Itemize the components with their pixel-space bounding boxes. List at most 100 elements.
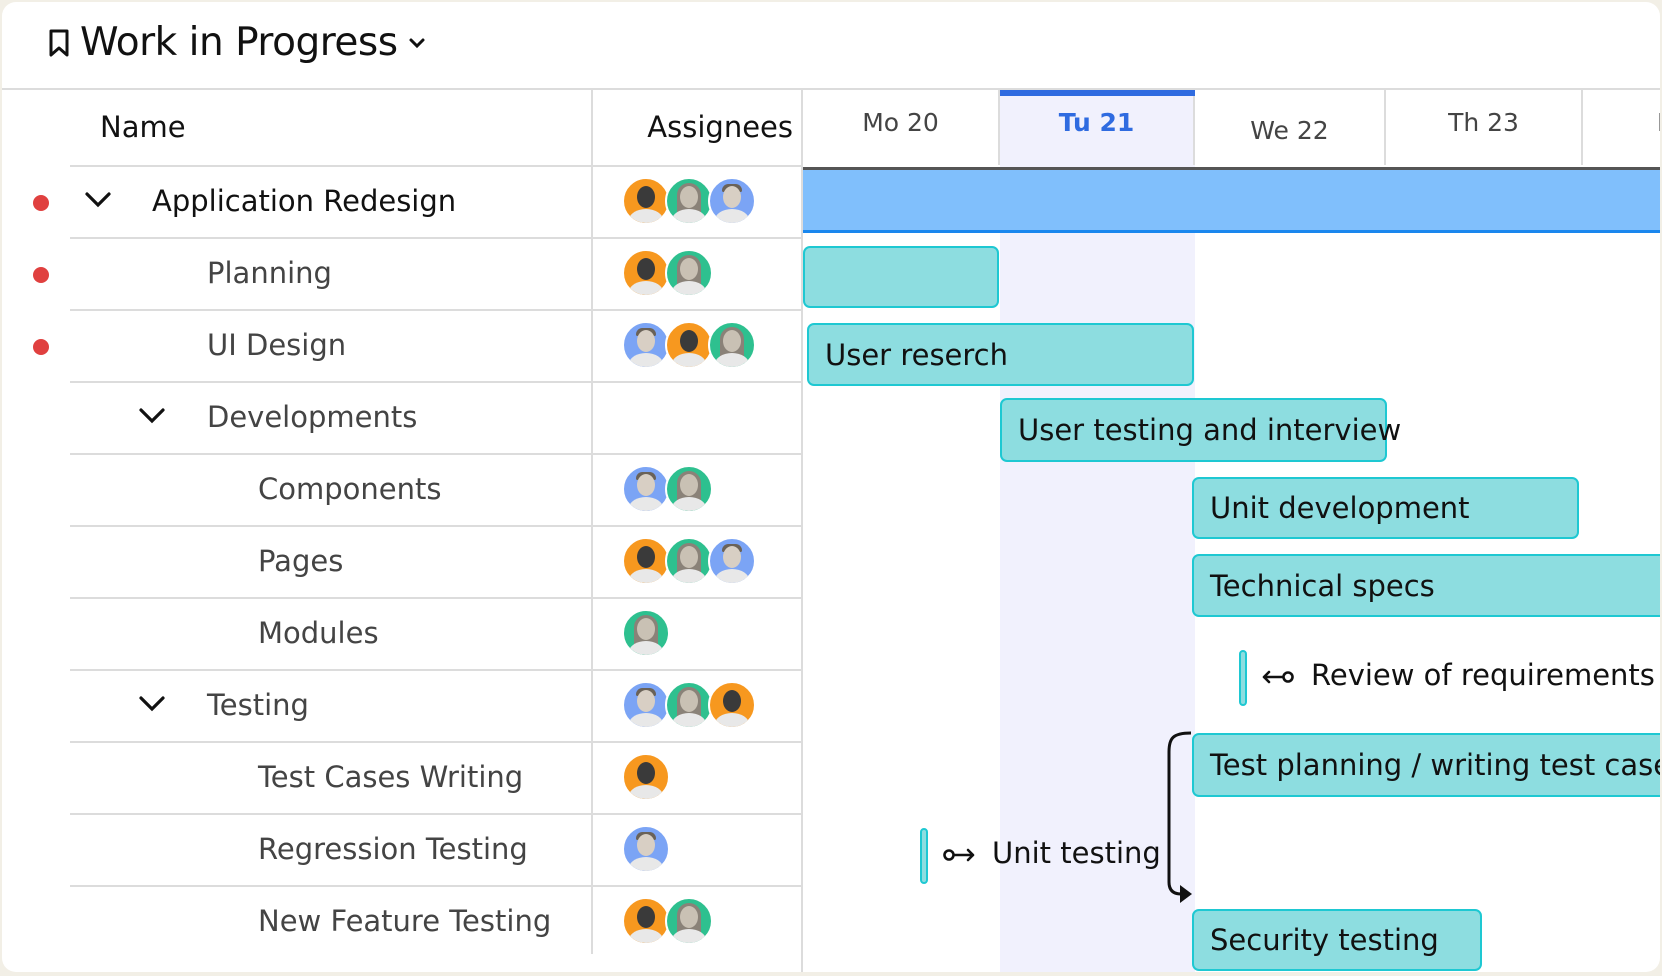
- task-bar[interactable]: Technical specs: [1192, 554, 1660, 617]
- assignee-avatars: [622, 177, 756, 225]
- milestone-text: Unit testing: [992, 836, 1161, 870]
- task-bar-label: User reserch: [825, 337, 1009, 372]
- day-label: We 22: [1250, 116, 1329, 145]
- assignee-avatars: [622, 465, 713, 513]
- assignee-avatars: [622, 249, 713, 297]
- avatar[interactable]: [622, 537, 670, 585]
- chevron-down-icon[interactable]: [408, 37, 426, 49]
- assignee-avatars: [622, 537, 756, 585]
- task-grid: Name Assignees Application Redesign Plann…: [2, 90, 803, 972]
- avatar[interactable]: [622, 249, 670, 297]
- status-flag-icon: [33, 339, 49, 355]
- status-flag-icon: [33, 267, 49, 283]
- milestone-marker[interactable]: [1239, 650, 1247, 706]
- expand-chevron-icon[interactable]: [138, 693, 166, 719]
- task-name[interactable]: Modules: [258, 599, 379, 667]
- timeline-chart: Mo 20 Tu 21 We 22 Th 23 F User reserch User t…: [803, 90, 1660, 972]
- avatar[interactable]: [622, 465, 670, 513]
- avatar[interactable]: [665, 897, 713, 945]
- gantt-window: Work in Progress Name Assignees Applicat…: [2, 2, 1660, 972]
- day-column-header[interactable]: F: [1583, 90, 1660, 165]
- assignee-avatars: [622, 321, 756, 369]
- assignee-avatars: [622, 609, 670, 657]
- avatar[interactable]: [622, 897, 670, 945]
- day-label: Mo 20: [862, 108, 939, 137]
- assignee-avatars: [622, 897, 713, 945]
- link-left-icon: [1261, 658, 1295, 692]
- day-label: Tu 21: [1058, 108, 1135, 137]
- task-bar[interactable]: Security testing: [1192, 909, 1482, 971]
- day-column-header[interactable]: We 22: [1195, 90, 1386, 165]
- link-right-icon: [942, 836, 976, 870]
- task-bar[interactable]: Unit development: [1192, 477, 1579, 539]
- avatar[interactable]: [622, 681, 670, 729]
- milestone-label[interactable]: Review of requirements: [1261, 658, 1655, 692]
- avatar[interactable]: [622, 825, 670, 873]
- task-bar-label: Test planning / writing test cases: [1210, 748, 1660, 782]
- day-column-header[interactable]: Th 23: [1386, 90, 1583, 165]
- task-bar[interactable]: Test planning / writing test cases: [1192, 733, 1660, 797]
- table-row[interactable]: Testing: [70, 669, 802, 741]
- day-label: Th 23: [1448, 108, 1519, 137]
- task-name[interactable]: Application Redesign: [152, 167, 456, 235]
- today-indicator: [1000, 90, 1195, 96]
- avatar[interactable]: [665, 465, 713, 513]
- table-row[interactable]: Components: [70, 453, 802, 525]
- bookmark-icon: [48, 29, 70, 57]
- task-name[interactable]: Testing: [207, 671, 309, 739]
- table-row[interactable]: Planning: [33, 237, 802, 309]
- avatar[interactable]: [708, 537, 756, 585]
- milestone-label[interactable]: Unit testing: [942, 836, 1161, 870]
- expand-chevron-icon[interactable]: [84, 189, 112, 215]
- day-label: F: [1583, 108, 1660, 137]
- avatar[interactable]: [665, 537, 713, 585]
- avatar[interactable]: [665, 321, 713, 369]
- column-header-assignees[interactable]: Assignees: [593, 110, 793, 144]
- table-row[interactable]: Regression Testing: [70, 813, 802, 885]
- avatar[interactable]: [708, 321, 756, 369]
- task-name[interactable]: UI Design: [207, 311, 346, 379]
- avatar[interactable]: [622, 609, 670, 657]
- avatar[interactable]: [622, 177, 670, 225]
- task-bar[interactable]: [803, 246, 999, 308]
- assignee-avatars: [622, 681, 756, 729]
- avatar[interactable]: [622, 753, 670, 801]
- table-row[interactable]: Developments: [70, 381, 802, 453]
- table-row[interactable]: Modules: [70, 597, 802, 669]
- task-bar-label: Unit development: [1210, 491, 1470, 525]
- assignee-avatars: [622, 753, 670, 801]
- table-row[interactable]: Application Redesign: [33, 165, 802, 237]
- status-flag-icon: [33, 195, 49, 211]
- task-name[interactable]: Developments: [207, 383, 417, 451]
- milestone-text: Review of requirements: [1311, 658, 1655, 692]
- task-name[interactable]: Components: [258, 455, 441, 523]
- task-name[interactable]: Pages: [258, 527, 343, 595]
- avatar[interactable]: [708, 177, 756, 225]
- table-row[interactable]: UI Design: [33, 309, 802, 381]
- column-header-name[interactable]: Name: [100, 110, 186, 144]
- day-column-header[interactable]: Tu 21: [1000, 90, 1195, 165]
- avatar[interactable]: [665, 177, 713, 225]
- avatar[interactable]: [665, 681, 713, 729]
- avatar[interactable]: [622, 321, 670, 369]
- task-name[interactable]: Regression Testing: [258, 815, 528, 883]
- summary-bar[interactable]: [803, 170, 1660, 233]
- task-bar[interactable]: User testing and interview: [1000, 398, 1401, 462]
- avatar[interactable]: [665, 249, 713, 297]
- view-selector[interactable]: Work in Progress: [48, 20, 426, 65]
- task-name[interactable]: Test Cases Writing: [258, 743, 523, 811]
- table-row[interactable]: Test Cases Writing: [70, 741, 802, 813]
- table-row[interactable]: New Feature Testing: [70, 885, 802, 957]
- expand-chevron-icon[interactable]: [138, 405, 166, 431]
- title-bar: Work in Progress: [2, 2, 1660, 90]
- task-name[interactable]: New Feature Testing: [258, 887, 551, 955]
- table-row[interactable]: Pages: [70, 525, 802, 597]
- page-title: Work in Progress: [80, 20, 398, 65]
- task-bar-label: Security testing: [1210, 923, 1439, 957]
- day-column-header[interactable]: Mo 20: [803, 90, 1000, 165]
- task-bar[interactable]: User reserch: [807, 323, 1194, 386]
- task-name[interactable]: Planning: [207, 239, 332, 307]
- milestone-marker[interactable]: [920, 828, 928, 884]
- task-bar-label: User testing and interview: [1018, 413, 1402, 447]
- avatar[interactable]: [708, 681, 756, 729]
